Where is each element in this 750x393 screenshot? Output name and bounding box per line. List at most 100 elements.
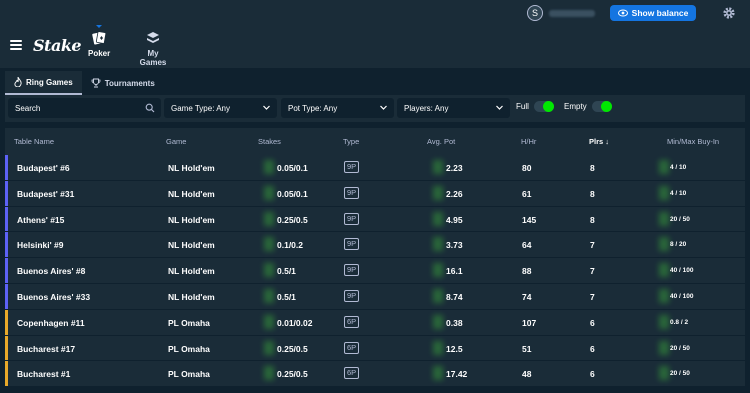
table-name-cell: Budapest' #31: [17, 188, 75, 199]
show-balance-label: Show balance: [631, 8, 689, 18]
buy-in-cell: 20 / 50: [670, 215, 690, 223]
col-hands-per-hour[interactable]: H/Hr: [521, 137, 536, 146]
game-cell: PL Omaha: [168, 317, 210, 328]
empty-label: Empty: [564, 102, 587, 111]
players-cell: 8: [590, 163, 595, 173]
table-row[interactable]: Athens' #15 NL Hold'em 0.25/0.5 9P 4.95 145 8 2…: [5, 206, 745, 233]
avg-pot-cell: 17.42: [446, 369, 468, 380]
buy-in-cell: 40 / 100: [670, 292, 694, 300]
currency-icon: [433, 263, 443, 278]
stakes-cell: 0.25/0.5: [277, 369, 308, 380]
col-type[interactable]: Type: [343, 137, 359, 146]
brand-logo[interactable]: Stake: [33, 36, 82, 55]
menu-icon[interactable]: [10, 40, 22, 50]
table-row[interactable]: Budapest' #31 NL Hold'em 0.05/0.1 9P 2.26 61 8…: [5, 180, 745, 207]
col-stakes[interactable]: Stakes: [258, 137, 281, 146]
stakes-cell: 0.05/0.1: [277, 188, 308, 199]
table-row[interactable]: Buenos Aires' #33 NL Hold'em 0.5/1 9P 8.74 74…: [5, 283, 745, 310]
table-name-cell: Bucharest #17: [17, 343, 76, 354]
gear-icon[interactable]: [722, 6, 736, 20]
full-toggle-group: Full: [516, 101, 554, 112]
lobby-tabs: Ring Games Tournaments: [5, 71, 164, 95]
game-cell: NL Hold'em: [168, 240, 215, 251]
game-cell: NL Hold'em: [168, 188, 215, 199]
poker-cards-icon: [92, 31, 107, 45]
col-players-sorted[interactable]: Plrs ↓: [589, 137, 609, 146]
table-name-cell: Athens' #15: [17, 214, 65, 225]
hands-per-hour-cell: 145: [522, 214, 537, 225]
search-input[interactable]: Search: [8, 98, 161, 118]
stakes-cell: 0.01/0.02: [277, 317, 313, 328]
user-profile[interactable]: S: [527, 5, 595, 21]
full-toggle[interactable]: [533, 101, 554, 112]
avg-pot-cell: 3.73: [446, 240, 463, 251]
currency-icon: [433, 340, 443, 355]
table-row[interactable]: Copenhagen #11 PL Omaha 0.01/0.02 6P 0.38 107…: [5, 309, 745, 336]
table-type-badge: 6P: [344, 315, 360, 328]
buy-in-cell: 8 / 20: [670, 241, 687, 249]
table-row[interactable]: Budapest' #6 NL Hold'em 0.05/0.1 9P 2.23 80 8 4…: [5, 155, 745, 181]
game-type-accent: [5, 335, 8, 361]
table-name-cell: Bucharest #1: [17, 369, 71, 380]
hands-per-hour-cell: 61: [522, 188, 532, 199]
avatar: S: [527, 5, 543, 21]
table-type-badge: 6P: [344, 367, 360, 380]
currency-icon: [433, 288, 443, 303]
tab-tournaments[interactable]: Tournaments: [82, 71, 164, 95]
stakes-cell: 0.1/0.2: [277, 240, 303, 251]
currency-icon: [659, 288, 669, 303]
avg-pot-cell: 4.95: [446, 214, 463, 225]
game-type-accent: [5, 206, 8, 232]
players-cell: 6: [590, 369, 595, 380]
players-select[interactable]: Players: Any: [397, 98, 510, 118]
game-cell: PL Omaha: [168, 369, 210, 380]
chip-stack-icon: [147, 32, 159, 43]
currency-icon: [659, 340, 669, 355]
table-row[interactable]: Bucharest #1 PL Omaha 0.25/0.5 6P 17.42 48 6 20…: [5, 361, 745, 388]
currency-icon: [264, 160, 274, 174]
game-type-accent: [5, 361, 8, 387]
pot-type-select[interactable]: Pot Type: Any: [281, 98, 394, 118]
empty-toggle-group: Empty: [564, 101, 612, 112]
table-type-badge: 9P: [344, 238, 360, 251]
nav-my-games-label: My Games: [139, 49, 167, 67]
tab-ring-games-label: Ring Games: [26, 77, 73, 87]
currency-icon: [264, 237, 274, 252]
table-name-cell: Copenhagen #11: [17, 317, 85, 328]
currency-icon: [433, 211, 443, 226]
nav-my-games[interactable]: My Games: [133, 30, 173, 67]
stakes-cell: 0.05/0.1: [277, 163, 308, 173]
nav-poker[interactable]: Poker: [88, 25, 110, 58]
game-type-select[interactable]: Game Type: Any: [164, 98, 277, 118]
toggle-knob: [600, 101, 612, 112]
search-placeholder: Search: [15, 103, 41, 113]
tab-ring-games[interactable]: Ring Games: [5, 71, 82, 95]
stakes-cell: 0.25/0.5: [277, 214, 308, 225]
col-avg-pot[interactable]: Avg. Pot: [427, 137, 455, 146]
table-row[interactable]: Bucharest #17 PL Omaha 0.25/0.5 6P 12.5 51 6 20…: [5, 335, 745, 362]
players-cell: 7: [590, 291, 595, 302]
col-game[interactable]: Game: [166, 137, 186, 146]
currency-icon: [659, 263, 669, 278]
hands-per-hour-cell: 88: [522, 266, 532, 277]
currency-icon: [659, 237, 669, 252]
table-type-badge: 9P: [344, 161, 360, 173]
show-balance-button[interactable]: Show balance: [610, 5, 696, 21]
table-row[interactable]: Buenos Aires' #8 NL Hold'em 0.5/1 9P 16.1 88 7…: [5, 258, 745, 284]
toggle-knob: [542, 101, 554, 112]
hands-per-hour-cell: 74: [522, 291, 532, 302]
empty-toggle[interactable]: [591, 101, 612, 112]
buy-in-cell: 20 / 50: [670, 344, 690, 352]
players-cell: 6: [590, 343, 595, 354]
table-row[interactable]: Helsinki' #9 NL Hold'em 0.1/0.2 9P 3.73 64 7 8 …: [5, 232, 745, 259]
game-cell: NL Hold'em: [168, 266, 215, 277]
col-buy-in[interactable]: Min/Max Buy-In: [667, 137, 719, 146]
scrollbar[interactable]: [745, 128, 750, 393]
avg-pot-cell: 2.23: [446, 163, 463, 173]
top-bar: Stake Poker My Games S Show balance: [0, 0, 750, 68]
currency-icon: [264, 340, 274, 355]
col-table-name[interactable]: Table Name: [14, 137, 54, 146]
currency-icon: [433, 237, 443, 252]
currency-icon: [264, 263, 274, 278]
buy-in-cell: 20 / 50: [670, 370, 690, 378]
